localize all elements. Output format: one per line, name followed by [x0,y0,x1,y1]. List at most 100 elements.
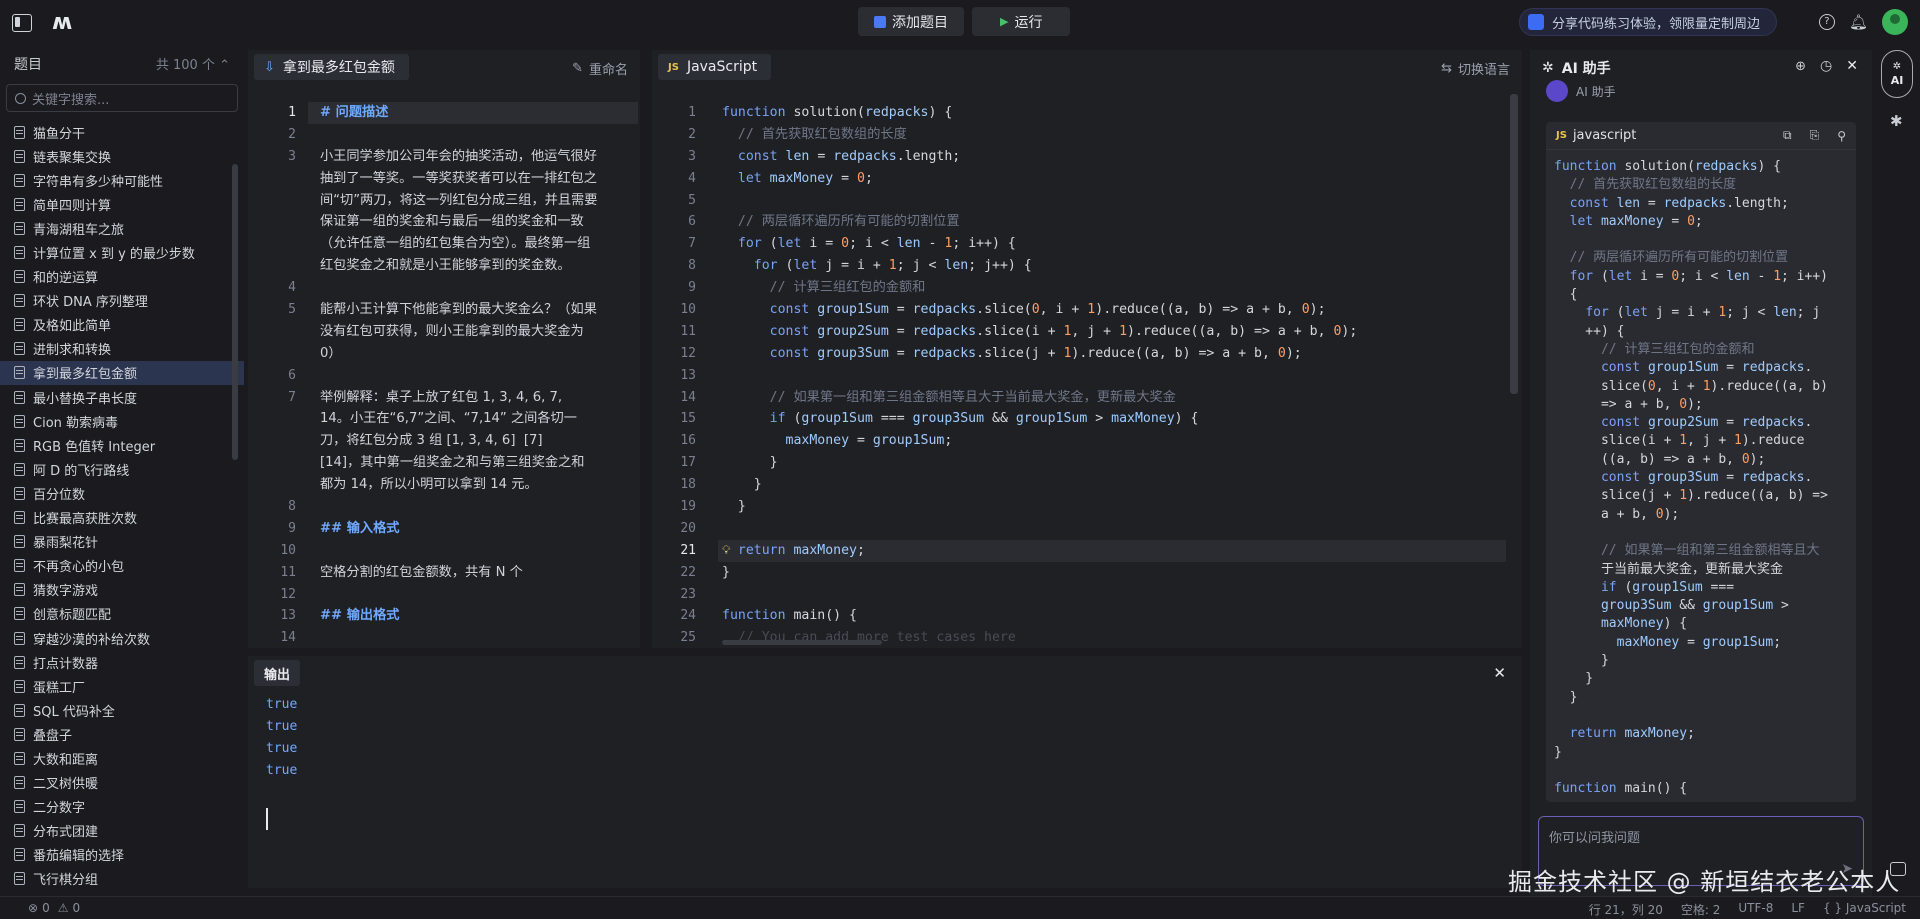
problem-title: SQL 代码补全 [33,704,115,720]
sort-icon[interactable]: ⌃ [219,58,230,73]
avatar[interactable] [1882,9,1908,35]
problem-list-item[interactable]: 创意标题匹配 [0,602,244,626]
apply-code-icon[interactable]: ⚲ [1837,129,1846,143]
problem-list-item[interactable]: 链表聚集交换 [0,144,244,168]
marscode-logo[interactable]: ʍ [52,10,72,35]
problem-search-input[interactable]: 关键字搜索... [6,84,238,112]
bug-icon[interactable]: ✱ [1890,112,1903,130]
line-number: 8 [288,499,296,515]
line-ending[interactable]: LF [1791,901,1805,918]
problem-list-item[interactable]: 大数和距离 [0,746,244,770]
document-icon [14,848,25,862]
promo-banner[interactable]: 分享代码练习体验，领限量定制周边 [1518,8,1777,36]
insert-code-icon[interactable]: ⎘ [1810,128,1820,143]
cursor-position[interactable]: 行 21，列 20 [1589,901,1663,918]
description-text[interactable]: # 问题描述 小王同学参加公司年会的抽奖活动，他运气很好 抽到了一等奖。一等奖获奖者… [320,102,597,649]
problem-list-item[interactable]: 阿 D 的飞行路线 [0,457,244,481]
problem-list-item[interactable]: 番茄编辑的选择 [0,843,244,867]
problems-indicator[interactable]: ⊗ 0 ⚠ 0 [28,901,80,915]
problem-list-item[interactable]: 比赛最高获胜次数 [0,506,244,530]
problem-list-scrollbar[interactable] [232,164,238,460]
document-icon [14,390,25,404]
problem-list-item[interactable]: 百分位数 [0,481,244,505]
javascript-tab[interactable]: JS JavaScript [658,54,772,80]
document-icon [14,776,25,790]
document-icon [14,679,25,693]
problem-list-item[interactable]: 分布式团建 [0,819,244,843]
description-line [320,365,597,387]
editor-vertical-scrollbar[interactable] [1510,94,1518,394]
problem-list: 猫鱼分干 链表聚集交换 字符串有多少种可能性 简单四则计算 青海湖租车之旅 计算位置 x … [0,120,244,891]
output-tab[interactable]: 输出 [254,660,301,686]
bell-icon[interactable]: 🔔︎ [1849,13,1868,31]
line-number: 8 [688,258,696,274]
problem-list-item[interactable]: Cion 勒索病毒 [0,409,244,433]
sidebar-toggle-icon[interactable] [12,13,32,32]
code-line: const group3Sum = redpacks.slice(j + 1).… [769,345,1302,361]
description-tab-label: 拿到最多红包金额 [282,60,395,76]
code-line: // You can add more test cases here [737,630,1016,646]
problem-list-item[interactable]: 进制求和转换 [0,337,244,361]
problem-list-item[interactable]: 环状 DNA 序列整理 [0,289,244,313]
problem-list-item[interactable]: 计算位置 x 到 y 的最少步数 [0,240,244,264]
ai-code-line: const group2Sum = redpacks. [1600,415,1813,431]
problem-list-item[interactable]: 暴雨梨花针 [0,530,244,554]
problem-list-item[interactable]: 飞行棋分组 [0,867,244,891]
add-problem-button[interactable]: 添加题目 [858,7,964,36]
problem-list-item[interactable]: 猫鱼分干 [0,120,244,144]
ai-code-line: const group1Sum = redpacks. [1600,360,1813,376]
code-text[interactable]: function solution(redpacks) { // 首先获取红包数… [722,102,1357,649]
problem-list-item[interactable]: 不再贪心的小包 [0,554,244,578]
rename-button[interactable]: ✎ 重命名 [572,59,628,78]
description-line: 都为 14，所以小明可以拿到 14 元。 [320,477,538,493]
problem-list-item[interactable]: 打点计数器 [0,650,244,674]
problem-list-item[interactable]: 拿到最多红包金额 [0,360,244,386]
line-number: 7 [288,389,296,405]
problem-list-item[interactable]: 穿越沙漠的补给次数 [0,626,244,650]
run-button[interactable]: ▶ 运行 [972,7,1071,36]
problem-list-item[interactable]: 蛋糕工厂 [0,674,244,698]
problem-list-item[interactable]: 猜数字游戏 [0,578,244,602]
new-chat-icon[interactable]: ⊕ [1795,59,1806,74]
copy-icon[interactable]: ⧉ [1783,128,1792,143]
ai-code-line: for (let i = 0; i < len - 1; i++) [1569,268,1828,284]
document-icon [14,872,25,886]
ai-code-line [1554,524,1856,542]
description-line: 没有红包可获得，则小王能拿到的最大奖金为 [320,323,584,339]
description-line: 能帮小王计算下他能拿到的最大奖金么？（如果 [320,302,597,318]
add-square-icon [874,15,886,28]
description-line: 保证第一组的奖金和与最后一组的奖金和一致 [320,214,584,230]
problem-list-item[interactable]: 叠盘子 [0,722,244,746]
problem-list-item[interactable]: 青海湖租车之旅 [0,216,244,240]
close-output-icon[interactable]: ✕ [1493,664,1506,682]
editor-horizontal-scrollbar[interactable] [722,640,882,645]
problem-list-item[interactable]: 和的逆运算 [0,265,244,289]
ai-code-text[interactable]: function solution(redpacks) { // 首先获取红包数… [1546,150,1856,798]
problem-list-item[interactable]: 简单四则计算 [0,192,244,216]
description-tab[interactable]: ⇩ 拿到最多红包金额 [254,54,409,80]
terminal-cursor[interactable] [266,808,268,830]
problem-list-item[interactable]: 及格如此简单 [0,313,244,337]
problem-title: RGB 色值转 Integer [33,439,156,455]
close-ai-icon[interactable]: ✕ [1846,58,1858,74]
problem-list-item[interactable]: 二叉树供暖 [0,771,244,795]
problem-list-item[interactable]: 字符串有多少种可能性 [0,168,244,192]
indent-setting[interactable]: 空格: 2 [1681,901,1721,918]
ai-rail-button[interactable]: ✲ AI [1881,50,1913,98]
language-mode[interactable]: { } JavaScript [1823,901,1906,918]
ai-code-line: 于当前最大奖金，更新最大奖金 [1554,561,1783,577]
problem-list-item[interactable]: RGB 色值转 Integer [0,433,244,457]
problem-list-item[interactable]: 最小替换子串长度 [0,385,244,409]
history-icon[interactable]: ◷ [1820,58,1832,74]
description-line: 0） [320,345,342,361]
help-icon[interactable]: ? [1818,14,1835,30]
problem-list-item[interactable]: 二分数字 [0,795,244,819]
ai-code-line: } [1554,671,1594,687]
encoding[interactable]: UTF-8 [1738,901,1773,918]
ai-code-line: slice(0, i + 1).reduce((a, b) [1554,378,1828,394]
document-icon [14,631,25,645]
problem-title: 比赛最高获胜次数 [33,512,138,528]
problem-list-item[interactable]: SQL 代码补全 [0,698,244,722]
switch-language-button[interactable]: ⇆ 切换语言 [1441,59,1510,78]
line-number [268,343,296,365]
